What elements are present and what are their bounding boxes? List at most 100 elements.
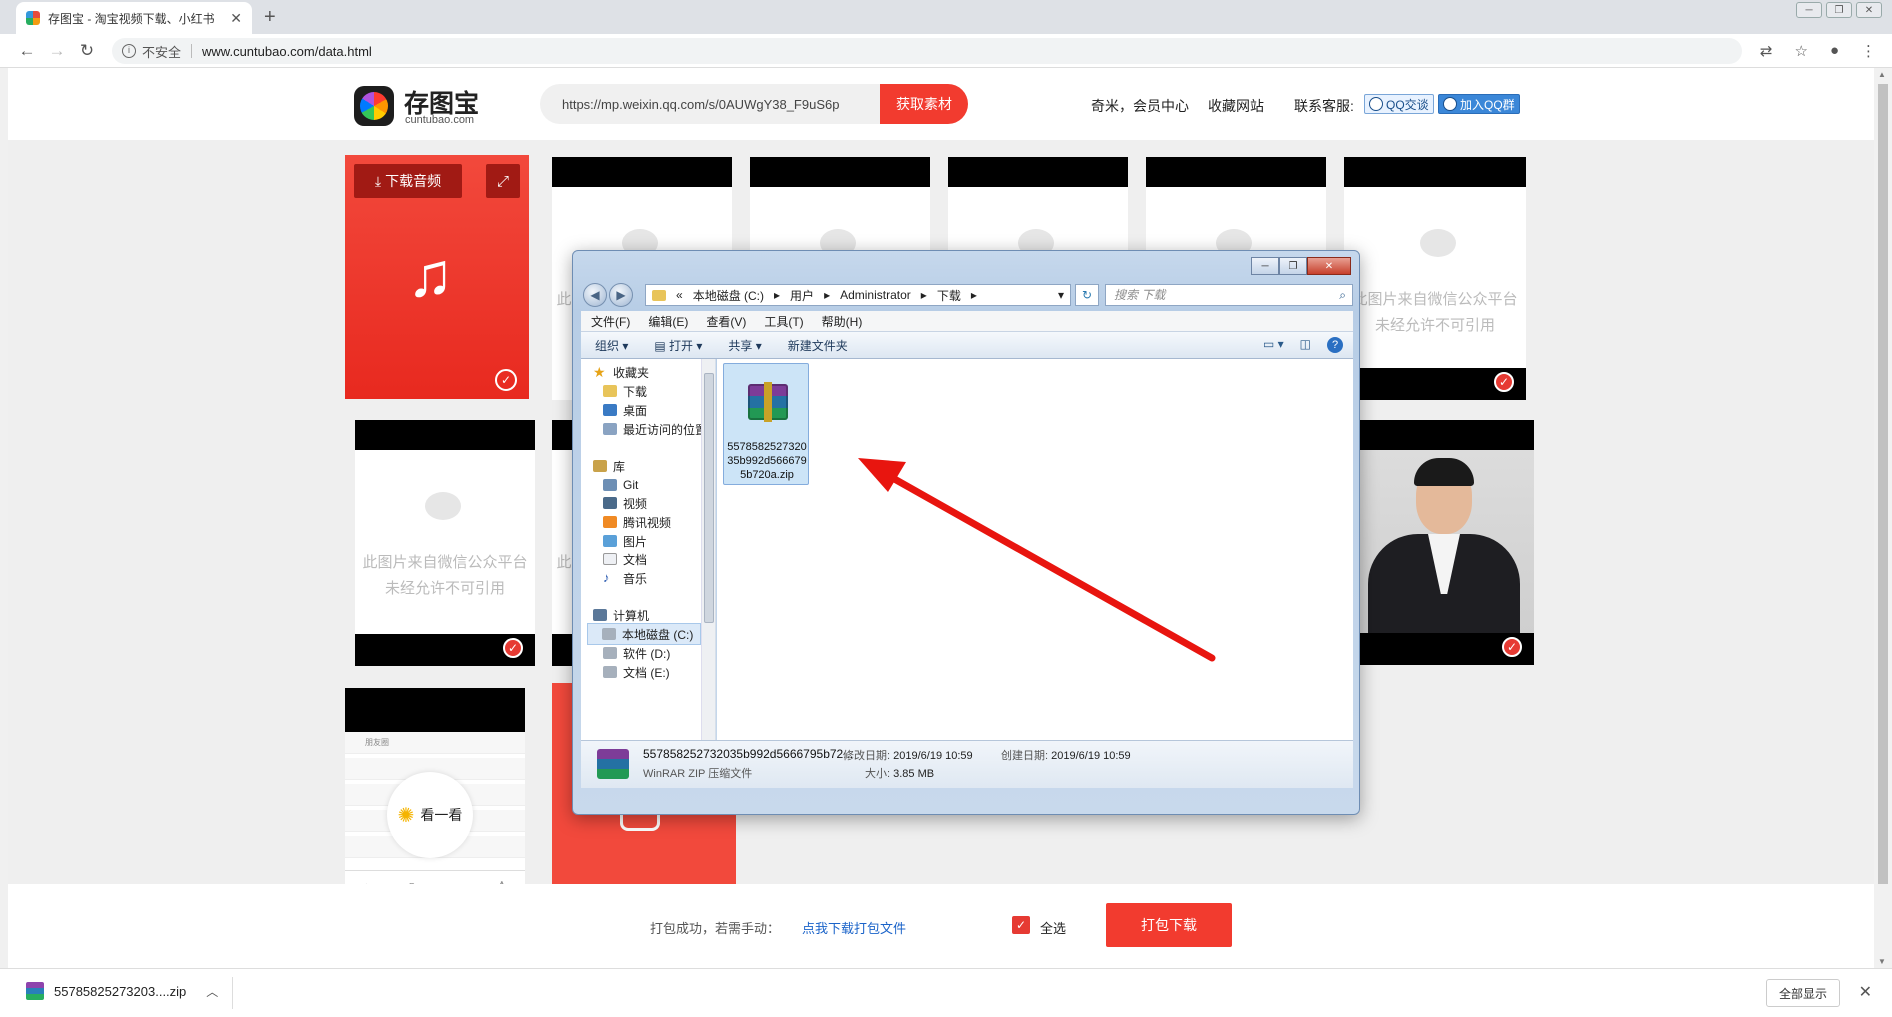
- menu-help[interactable]: 帮助(H): [822, 313, 863, 330]
- select-all-checkbox[interactable]: ✓: [1012, 916, 1030, 934]
- help-icon[interactable]: ?: [1327, 337, 1343, 353]
- search-icon[interactable]: ⌕: [1339, 285, 1346, 305]
- image-card[interactable]: [1146, 157, 1326, 257]
- preview-pane-icon[interactable]: ◫: [1300, 337, 1311, 353]
- translate-icon[interactable]: ⇄: [1760, 42, 1773, 60]
- explorer-refresh-icon[interactable]: ↻: [1075, 284, 1099, 306]
- check-icon[interactable]: ✓: [495, 369, 517, 391]
- support-label: 联系客服:: [1294, 98, 1354, 114]
- back-icon[interactable]: ←: [12, 41, 42, 61]
- portrait-card[interactable]: ✓: [1354, 420, 1534, 665]
- explorer-address-bar[interactable]: « 本地磁盘 (C:) ▸ 用户 ▸ Administrator ▸ 下载 ▸ …: [645, 284, 1071, 306]
- account-icon[interactable]: ●: [1830, 42, 1839, 60]
- menu-view[interactable]: 查看(V): [706, 313, 746, 330]
- nav-music[interactable]: ♪ 音乐: [603, 567, 647, 589]
- download-icon: ⤓: [374, 172, 382, 189]
- nav-recent[interactable]: 最近访问的位置: [603, 418, 707, 440]
- url-input[interactable]: https://mp.weixin.qq.com/s/0AUWgY38_F9uS…: [540, 84, 880, 124]
- pack-download-button[interactable]: 打包下载: [1106, 903, 1232, 947]
- menu-file[interactable]: 文件(F): [591, 313, 630, 330]
- nav-scroll-thumb[interactable]: [704, 373, 714, 623]
- explorer-search-input[interactable]: 搜索 下载 ⌕: [1105, 284, 1353, 306]
- security-label[interactable]: 不安全: [142, 42, 181, 61]
- fetch-material-button[interactable]: 获取素材: [880, 84, 968, 124]
- qq-talk-label: QQ交谈: [1386, 97, 1429, 112]
- nav-scrollbar[interactable]: [701, 359, 715, 740]
- forward-icon[interactable]: →: [42, 41, 72, 61]
- winrar-icon: [26, 982, 44, 1000]
- open-button[interactable]: ▤ 打开 ▾: [654, 337, 702, 354]
- qq-group-button[interactable]: 加入QQ群: [1438, 94, 1520, 114]
- menu-edit[interactable]: 编辑(E): [648, 313, 688, 330]
- view-options-icon[interactable]: ▭ ▾: [1263, 337, 1284, 353]
- organize-button[interactable]: 组织 ▾: [595, 337, 628, 354]
- download-audio-button[interactable]: ⤓ 下载音频: [354, 164, 462, 198]
- zip-file-item[interactable]: 5578582527320 35b992d566679 5b720a.zip: [723, 363, 809, 485]
- download-item[interactable]: 55785825273203....zip ︿: [26, 982, 218, 1000]
- chevron-up-icon[interactable]: ︿: [206, 983, 218, 1000]
- share-button[interactable]: 共享 ▾: [728, 337, 761, 354]
- action-bar: 打包成功，若需手动： 点我下载打包文件 ✓ 全选 打包下载: [8, 884, 1874, 968]
- nav-label: 收藏夹: [613, 365, 650, 380]
- card-header: [345, 688, 525, 732]
- image-card[interactable]: [750, 157, 930, 257]
- pack-download-link[interactable]: 点我下载打包文件: [802, 918, 906, 937]
- check-icon[interactable]: ✓: [1502, 637, 1522, 657]
- file-explorer-window[interactable]: ─ ❐ ✕ ◀ ▶ « 本地磁盘 (C:) ▸ 用户 ▸ Administrat…: [572, 250, 1360, 815]
- explorer-file-area[interactable]: 5578582527320 35b992d566679 5b720a.zip: [717, 359, 1353, 740]
- path-segment[interactable]: 下载: [937, 287, 961, 304]
- look-button[interactable]: ✺ 看一看: [387, 772, 473, 858]
- menu-tools[interactable]: 工具(T): [764, 313, 803, 330]
- menu-icon[interactable]: ⋮: [1861, 42, 1876, 60]
- drive-icon: [602, 628, 616, 640]
- expand-icon[interactable]: ⤢: [486, 164, 520, 198]
- info-icon[interactable]: i: [122, 44, 136, 58]
- open-label: 打开 ▾: [669, 338, 703, 353]
- close-window-button[interactable]: ✕: [1856, 2, 1882, 18]
- download-filename[interactable]: 55785825273203....zip: [54, 984, 186, 999]
- path-segment[interactable]: 用户: [790, 287, 814, 304]
- new-folder-button[interactable]: 新建文件夹: [788, 337, 848, 354]
- explorer-close-button[interactable]: ✕: [1307, 257, 1351, 275]
- page-scrollbar[interactable]: ▲ ▼: [1874, 68, 1892, 968]
- restore-button[interactable]: ❐: [1826, 2, 1852, 18]
- check-icon[interactable]: ✓: [503, 638, 523, 658]
- select-all-label[interactable]: 全选: [1040, 918, 1066, 937]
- check-icon[interactable]: ✓: [1494, 372, 1514, 392]
- explorer-maximize-button[interactable]: ❐: [1279, 257, 1307, 275]
- browser-tab[interactable]: 存图宝 - 淘宝视频下载、小红书 ✕: [16, 2, 252, 34]
- path-segment[interactable]: 本地磁盘 (C:): [693, 287, 764, 304]
- browser-tab-strip: 存图宝 - 淘宝视频下载、小红书 ✕ + ─ ❐ ✕: [0, 0, 1892, 34]
- url-text[interactable]: www.cuntubao.com/data.html: [202, 44, 372, 59]
- path-dropdown-icon[interactable]: ▾: [1058, 288, 1064, 302]
- explorer-back-icon[interactable]: ◀: [583, 283, 607, 307]
- nav-drive-e[interactable]: 文档 (E:): [603, 661, 670, 683]
- qq-talk-button[interactable]: QQ交谈: [1364, 94, 1434, 114]
- audio-card[interactable]: ⤓ 下载音频 ⤢ ♫ ✓: [345, 155, 529, 399]
- image-card[interactable]: 此图片来自微信公众平台 未经允许不可引用 ✓: [1344, 157, 1526, 400]
- favorites-link[interactable]: 收藏网站: [1208, 96, 1264, 116]
- explorer-forward-icon[interactable]: ▶: [609, 283, 633, 307]
- open-icon: ▤: [654, 338, 670, 353]
- address-bar[interactable]: i 不安全 www.cuntubao.com/data.html: [112, 38, 1742, 64]
- reload-icon[interactable]: ↻: [72, 41, 102, 61]
- member-center-link[interactable]: 奇米，会员中心: [1091, 96, 1189, 116]
- minimize-button[interactable]: ─: [1796, 2, 1822, 18]
- details-file-type: WinRAR ZIP 压缩文件: [643, 768, 753, 780]
- image-card[interactable]: [948, 157, 1128, 257]
- star-icon[interactable]: ☆: [1794, 42, 1807, 60]
- nav-label: 图片: [623, 534, 648, 549]
- scroll-up-icon[interactable]: ▲: [1878, 70, 1886, 79]
- tab-close-icon[interactable]: ✕: [230, 10, 242, 27]
- scroll-thumb[interactable]: [1878, 84, 1888, 884]
- path-segment[interactable]: Administrator: [840, 288, 911, 302]
- scroll-down-icon[interactable]: ▼: [1878, 957, 1886, 966]
- close-shelf-icon[interactable]: ✕: [1859, 982, 1872, 1002]
- new-tab-button[interactable]: +: [264, 6, 276, 29]
- show-all-button[interactable]: 全部显示: [1765, 979, 1840, 1007]
- placeholder-text: 未经允许不可引用: [384, 580, 505, 597]
- image-card[interactable]: 此图片来自微信公众平台 未经允许不可引用 ✓: [355, 420, 535, 666]
- logo-icon[interactable]: [354, 86, 394, 126]
- explorer-minimize-button[interactable]: ─: [1251, 257, 1279, 275]
- screenshot-card[interactable]: 朋友圈 ✺ 看一看 ○ ☺ ● ♙: [345, 688, 525, 900]
